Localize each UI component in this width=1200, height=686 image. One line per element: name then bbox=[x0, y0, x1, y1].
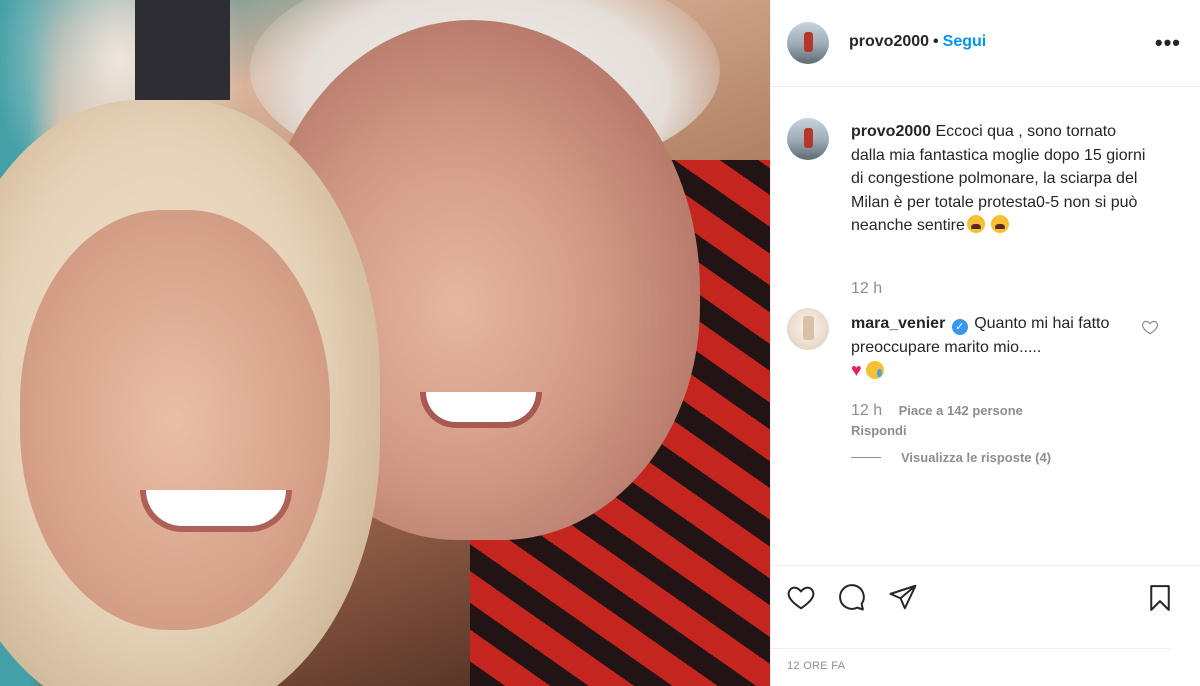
view-replies-label[interactable]: Visualizza le risposte (4) bbox=[901, 450, 1051, 465]
author-username[interactable]: provo2000 bbox=[849, 33, 929, 50]
post-timestamp[interactable]: 12 ORE FA bbox=[787, 660, 845, 672]
reply-button[interactable]: Rispondi bbox=[851, 423, 907, 438]
header-user-line: provo2000 • Segui bbox=[849, 33, 986, 51]
comment-body: mara_venier ✓ Quanto mi hai fatto preocc… bbox=[851, 312, 1141, 384]
weary-face-emoji-2 bbox=[991, 215, 1010, 233]
ellipsis-icon[interactable]: ••• bbox=[1155, 30, 1181, 56]
post-caption: provo2000 Eccoci qua , sono tornato dall… bbox=[851, 120, 1151, 238]
bookmark-icon[interactable] bbox=[1145, 582, 1175, 614]
comment-time[interactable]: 12 h bbox=[851, 402, 882, 419]
post-photo[interactable] bbox=[0, 0, 770, 686]
post-header: provo2000 • Segui ••• bbox=[771, 0, 1200, 87]
caption-time[interactable]: 12 h bbox=[851, 280, 882, 298]
post-sidebar: provo2000 • Segui ••• provo2000 Eccoci qua… bbox=[770, 0, 1200, 686]
footer-divider bbox=[771, 648, 1171, 649]
heart-icon[interactable] bbox=[785, 582, 817, 612]
photo-woman-smile bbox=[140, 490, 292, 532]
caption-author-username[interactable]: provo2000 bbox=[851, 123, 931, 140]
follow-button[interactable]: Segui bbox=[943, 33, 987, 50]
view-replies[interactable]: Visualizza le risposte (4) bbox=[851, 449, 1051, 467]
commenter-avatar[interactable] bbox=[787, 308, 829, 350]
author-avatar[interactable] bbox=[787, 22, 829, 64]
caption-author-avatar[interactable] bbox=[787, 118, 829, 160]
comment-icon[interactable] bbox=[835, 582, 867, 612]
replies-divider bbox=[851, 457, 881, 459]
action-bar bbox=[771, 565, 1200, 626]
photo-shelf bbox=[135, 0, 230, 100]
verified-badge-icon: ✓ bbox=[951, 319, 968, 335]
photo-man-smile bbox=[420, 392, 542, 428]
comment-likes[interactable]: Piace a 142 persone bbox=[899, 403, 1023, 418]
separator-dot: • bbox=[933, 33, 939, 50]
paper-plane-icon[interactable] bbox=[887, 582, 919, 612]
comment-like-heart-icon[interactable] bbox=[1141, 318, 1159, 336]
comment-meta: 12 h Piace a 142 persone bbox=[851, 402, 1023, 420]
crying-face-emoji bbox=[866, 361, 885, 379]
photo-woman-face bbox=[20, 210, 330, 630]
weary-face-emoji bbox=[966, 215, 985, 233]
commenter-username[interactable]: mara_venier bbox=[851, 315, 945, 332]
red-heart-emoji: ♥ bbox=[851, 360, 862, 380]
